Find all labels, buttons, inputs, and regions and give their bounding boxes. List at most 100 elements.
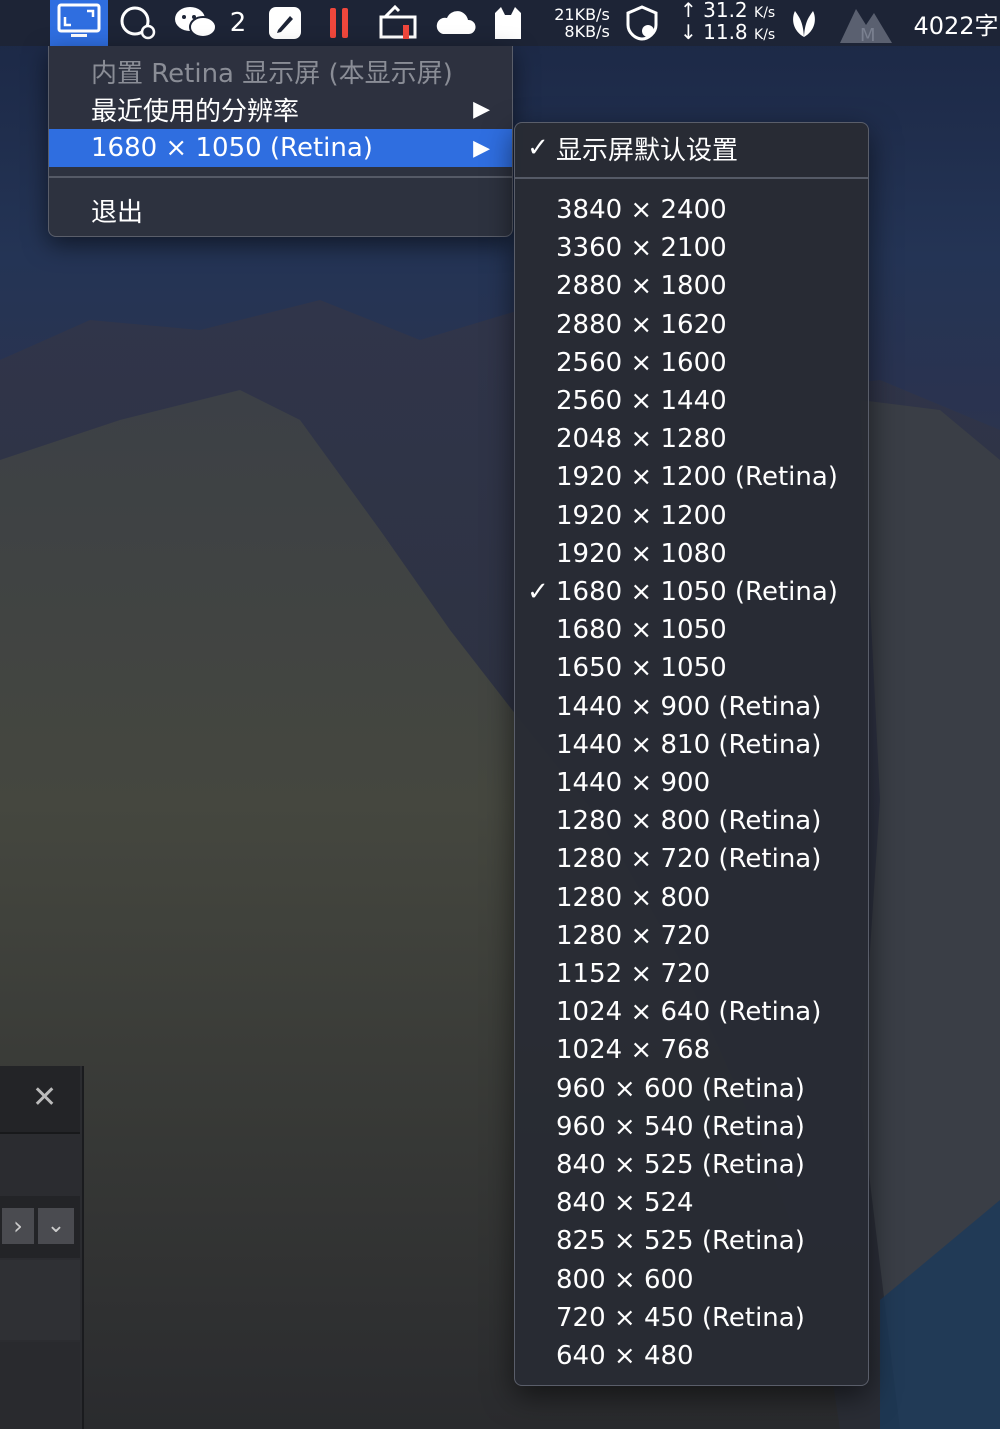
submenu-item-resolution[interactable]: 3840 × 2400 <box>515 191 868 229</box>
window-content-lower <box>0 1342 80 1429</box>
leaf-icon[interactable] <box>786 0 822 46</box>
cat-icon[interactable] <box>488 0 528 46</box>
notes-app-icon[interactable] <box>266 0 304 46</box>
resolution-label: 840 × 525 (Retina) <box>556 1150 805 1180</box>
submenu-item-resolution[interactable]: 2048 × 1280 <box>515 420 868 458</box>
menu-header-builtin-display: 内置 Retina 显示屏 (本显示屏) <box>91 58 453 89</box>
submenu-arrow-icon: ▶ <box>473 135 490 161</box>
resolution-submenu: ✓ 显示屏默认设置 3840 × 2400 3360 × 2100 2880 × 1… <box>514 122 869 1386</box>
mountain-logo-icon[interactable]: M <box>836 0 896 46</box>
submenu-item-resolution[interactable]: 1280 × 800 <box>515 879 868 917</box>
upload-unit: K/s <box>754 5 776 21</box>
submenu-item-resolution[interactable]: 1280 × 720 <box>515 917 868 955</box>
wechat-icon[interactable] <box>172 0 220 46</box>
submenu-item-resolution[interactable]: 2880 × 1620 <box>515 306 868 344</box>
resolution-label: 1440 × 900 <box>556 768 711 798</box>
resolution-label: 1280 × 720 <box>556 920 711 951</box>
resolution-label: 1440 × 810 (Retina) <box>556 729 822 760</box>
submenu-item-resolution[interactable]: 960 × 540 (Retina) <box>515 1108 868 1146</box>
arrow-down-icon: ↓ <box>680 20 697 44</box>
resolution-label: 2880 × 1800 <box>556 271 727 302</box>
resolution-label: 720 × 450 (Retina) <box>556 1302 805 1333</box>
resolution-label: 3360 × 2100 <box>556 233 727 264</box>
submenu-item-resolution[interactable]: 1680 × 1050 <box>515 611 868 649</box>
resolution-label: 2560 × 1600 <box>556 347 727 378</box>
resolution-label: 825 × 525 (Retina) <box>556 1226 805 1257</box>
resolution-label: 1920 × 1200 <box>556 500 727 531</box>
submenu-item-resolution[interactable]: 1024 × 768 <box>515 1031 868 1069</box>
submenu-item-resolution[interactable]: 1440 × 900 <box>515 764 868 802</box>
menu-item-current-resolution[interactable]: 1680 × 1050 (Retina) ▶ <box>49 129 512 167</box>
arrow-up-icon: ↑ <box>680 0 697 22</box>
submenu-item-resolution[interactable]: 1024 × 640 (Retina) <box>515 993 868 1031</box>
submenu-item-resolution[interactable]: 1440 × 900 (Retina) <box>515 688 868 726</box>
submenu-item-resolution[interactable]: 825 × 525 (Retina) <box>515 1222 868 1260</box>
window-content <box>0 1260 80 1340</box>
submenu-item-resolution[interactable]: 1920 × 1080 <box>515 535 868 573</box>
display-menu: 内置 Retina 显示屏 (本显示屏) 最近使用的分辨率 ▶ 1680 × 1… <box>48 46 513 237</box>
chevron-down-icon[interactable]: ⌄ <box>38 1208 74 1244</box>
submenu-item-resolution[interactable]: 640 × 480 <box>515 1337 868 1375</box>
network-speed-widget[interactable]: 21KB/s 8KB/s <box>548 0 616 46</box>
upload-speed-text: 21KB/s <box>554 5 610 24</box>
download-unit: K/s <box>754 27 776 43</box>
resolution-label: 1440 × 900 (Retina) <box>556 691 822 722</box>
window-nav-bar: › ⌄ <box>0 1196 80 1258</box>
submenu-item-resolution[interactable]: 1920 × 1200 <box>515 497 868 535</box>
display-resolution-menu-button[interactable] <box>50 0 108 46</box>
submenu-item-display-default[interactable]: ✓ 显示屏默认设置 <box>515 129 868 167</box>
submenu-separator <box>515 177 868 179</box>
submenu-item-resolution[interactable]: 2560 × 1440 <box>515 382 868 420</box>
upload-value: 31.2 <box>703 0 748 22</box>
submenu-item-resolution[interactable]: 3360 × 2100 <box>515 229 868 267</box>
resolution-label: 640 × 480 <box>556 1341 694 1371</box>
submenu-item-resolution[interactable]: 1650 × 1050 <box>515 649 868 687</box>
menu-separator <box>49 176 512 178</box>
display-icon <box>57 3 101 43</box>
toolbox-icon[interactable] <box>374 0 422 46</box>
close-icon[interactable]: ✕ <box>32 1080 57 1115</box>
resolution-label: 800 × 600 <box>556 1264 694 1295</box>
resolution-label: 1024 × 768 <box>556 1035 711 1066</box>
network-throughput-widget[interactable]: ↑ 31.2 K/s ↓ 11.8 K/s <box>680 0 780 46</box>
menu-item-recent-resolutions[interactable]: 最近使用的分辨率 ▶ <box>49 90 512 128</box>
submenu-item-resolution[interactable]: 960 × 600 (Retina) <box>515 1070 868 1108</box>
download-speed-text: 8KB/s <box>564 22 610 41</box>
submenu-item-resolution[interactable]: 720 × 450 (Retina) <box>515 1299 868 1337</box>
window-titlebar: ✕ <box>0 1066 80 1134</box>
resolution-label: 2048 × 1280 <box>556 424 727 455</box>
resolution-label: 1024 × 640 (Retina) <box>556 997 822 1028</box>
menu-item-quit[interactable]: 退出 <box>49 191 512 229</box>
pause-icon[interactable] <box>324 0 356 46</box>
submenu-item-resolution[interactable]: ✓ 1680 × 1050 (Retina) <box>515 573 868 611</box>
submenu-item-resolution[interactable]: 1280 × 800 (Retina) <box>515 802 868 840</box>
vpn-shield-icon[interactable] <box>622 0 662 46</box>
window-toolbar <box>0 1134 80 1196</box>
submenu-item-resolution[interactable]: 1152 × 720 <box>515 955 868 993</box>
resolution-label: 1920 × 1080 <box>556 538 727 569</box>
background-app-window: ✕ › ⌄ <box>0 1066 84 1429</box>
submenu-item-resolution[interactable]: 2560 × 1600 <box>515 344 868 382</box>
onedrive-cloud-icon[interactable] <box>432 0 478 46</box>
submenu-item-resolution[interactable]: 1920 × 1200 (Retina) <box>515 458 868 496</box>
resolution-label: 3840 × 2400 <box>556 195 727 225</box>
resolution-label: 2560 × 1440 <box>556 386 727 416</box>
submenu-item-resolution[interactable]: 840 × 524 <box>515 1184 868 1222</box>
submenu-item-resolution[interactable]: 1280 × 720 (Retina) <box>515 840 868 878</box>
resolution-label: 960 × 540 (Retina) <box>556 1111 805 1142</box>
chevron-right-icon[interactable]: › <box>2 1208 34 1244</box>
menu-bar: 2 21KB/s 8KB/s ↑ 31.2 K/s ↓ 11.8 K/s M 4… <box>0 0 1000 46</box>
chat-bubble-icon[interactable] <box>114 0 160 46</box>
submenu-item-resolution[interactable]: 2880 × 1800 <box>515 267 868 305</box>
resolution-label: 1152 × 720 <box>556 959 711 989</box>
svg-text:M: M <box>860 25 876 43</box>
word-count-status[interactable]: 4022字 <box>912 0 1000 46</box>
resolution-label: 1280 × 720 (Retina) <box>556 844 822 875</box>
wechat-badge: 2 <box>229 8 247 38</box>
resolution-label: 1650 × 1050 <box>556 653 727 684</box>
resolution-label: 960 × 600 (Retina) <box>556 1073 805 1104</box>
submenu-item-resolution[interactable]: 840 × 525 (Retina) <box>515 1146 868 1184</box>
resolution-label: 2880 × 1620 <box>556 309 727 340</box>
submenu-item-resolution[interactable]: 800 × 600 <box>515 1261 868 1299</box>
submenu-item-resolution[interactable]: 1440 × 810 (Retina) <box>515 726 868 764</box>
